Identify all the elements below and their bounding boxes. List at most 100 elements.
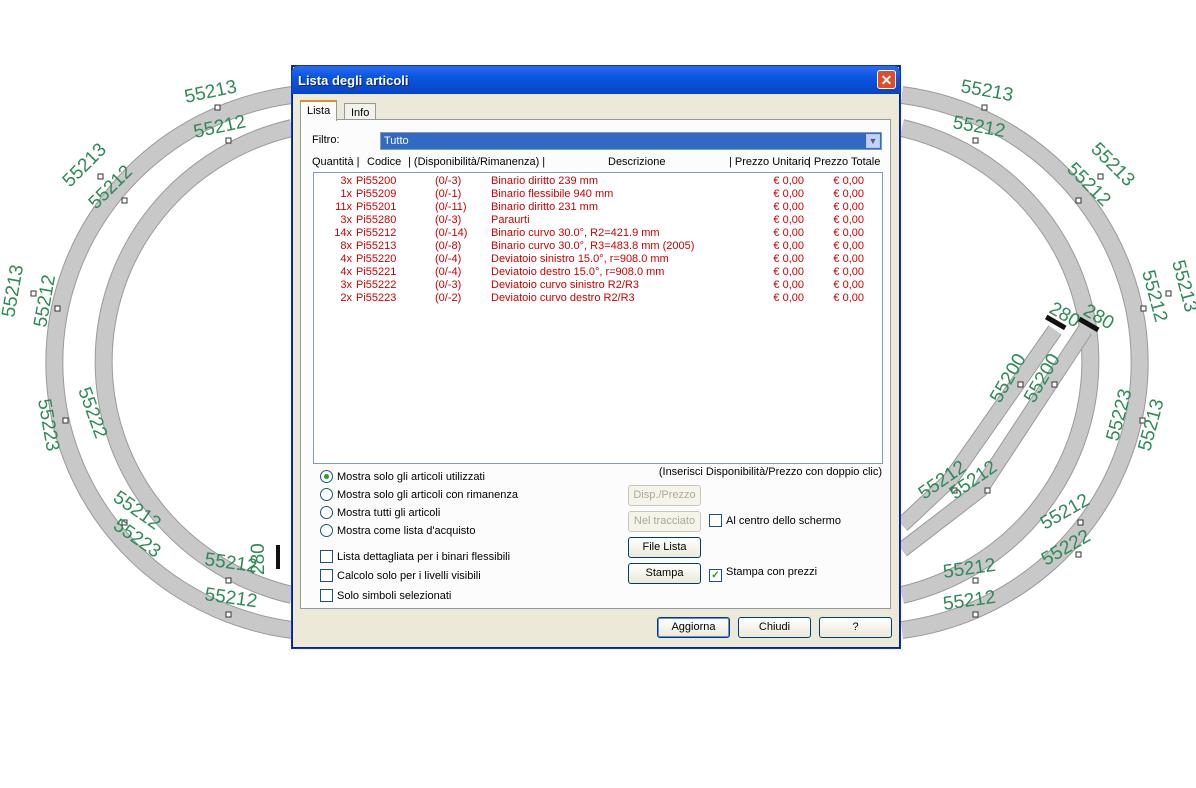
print-button[interactable]: Stampa (628, 563, 701, 584)
radio-label: Mostra tutti gli articoli (337, 507, 441, 519)
checkbox-icon[interactable] (320, 550, 333, 563)
checkbox-detailed-flex[interactable]: Lista dettagliata per i binari flessibil… (320, 550, 510, 563)
cell-qty: 3x (340, 279, 352, 291)
cell-code: Pi55213 (356, 240, 397, 252)
cell-qty: 3x (340, 175, 352, 187)
cell-unit-price: € 0,00 (773, 188, 804, 200)
column-header-total-price[interactable]: | Prezzo Totale (808, 156, 880, 168)
checkbox-icon[interactable] (320, 589, 333, 602)
cell-code: Pi55220 (356, 253, 397, 265)
dialog-title: Lista degli articoli (298, 73, 409, 88)
track-label: 55213 (0, 263, 28, 319)
radio-used-only[interactable]: Mostra solo gli articoli utilizzati (320, 470, 485, 483)
cell-code: Pi55280 (356, 214, 397, 226)
cell-unit-price: € 0,00 (773, 214, 804, 226)
cell-description: Binario flessibile 940 mm (491, 188, 614, 200)
cell-description: Deviatoio curvo sinistro R2/R3 (491, 279, 639, 291)
table-row[interactable]: 8x Pi55213 (0/-8) Binario curvo 30.0°, R3=4… (314, 240, 882, 253)
cell-qty: 2x (340, 292, 352, 304)
cell-unit-price: € 0,00 (773, 292, 804, 304)
cell-qty: 11x (335, 201, 352, 213)
cell-description: Binario curvo 30.0°, R2=421.9 mm (491, 227, 660, 239)
checkbox-center-screen[interactable]: Al centro dello schermo (709, 514, 841, 527)
column-header-quantity[interactable]: Quantità | (312, 156, 360, 168)
table-row[interactable]: 4x Pi55221 (0/-4) Deviatoio destro 15.0°, r… (314, 266, 882, 279)
radio-selected-icon[interactable] (320, 470, 333, 483)
help-button[interactable]: ? (819, 617, 892, 638)
radio-shopping-list[interactable]: Mostra come lista d'acquisto (320, 524, 475, 537)
cell-code: Pi55222 (356, 279, 397, 291)
checkbox-icon[interactable] (320, 569, 333, 582)
radio-with-remainder[interactable]: Mostra solo gli articoli con rimanenza (320, 488, 518, 501)
checkbox-label: Stampa con prezzi (726, 566, 818, 578)
cell-availability: (0/-8) (435, 240, 462, 252)
close-icon: ✕ (880, 72, 893, 88)
cell-code: Pi55209 (356, 188, 397, 200)
cell-total-price: € 0,00 (833, 266, 864, 278)
close-button[interactable]: ✕ (877, 70, 896, 89)
cell-description: Deviatoio destro 15.0°, r=908.0 mm (491, 266, 665, 278)
track-label: 280 (248, 543, 269, 575)
table-row[interactable]: 3x Pi55280 (0/-3) Paraurti € 0,00 € 0,00 (314, 214, 882, 227)
table-row[interactable]: 3x Pi55200 (0/-3) Binario diritto 239 mm € 0… (314, 175, 882, 188)
table-row[interactable]: 4x Pi55220 (0/-4) Deviatoio sinistro 15.0°,… (314, 253, 882, 266)
cell-unit-price: € 0,00 (773, 279, 804, 291)
cell-qty: 1x (340, 188, 352, 200)
radio-icon[interactable] (320, 506, 333, 519)
close-dialog-button[interactable]: Chiudi (738, 617, 811, 638)
cell-code: Pi55200 (356, 175, 397, 187)
radio-all-articles[interactable]: Mostra tutti gli articoli (320, 506, 440, 519)
tab-lista[interactable]: Lista (300, 100, 338, 121)
cell-description: Paraurti (491, 214, 530, 226)
track-label: 55213 (1167, 258, 1196, 314)
checkbox-label: Al centro dello schermo (726, 515, 841, 527)
cell-code: Pi55223 (356, 292, 397, 304)
chevron-down-icon[interactable]: ▼ (866, 134, 880, 148)
radio-label: Mostra come lista d'acquisto (337, 525, 476, 537)
cell-availability: (0/-2) (435, 292, 462, 304)
filter-label: Filtro: (312, 134, 340, 146)
check-icon[interactable]: ✓ (709, 569, 722, 582)
track-label: 55212 (942, 555, 997, 583)
checkbox-print-prices[interactable]: ✓ Stampa con prezzi (709, 566, 817, 582)
table-row[interactable]: 1x Pi55209 (0/-1) Binario flessibile 940 mm… (314, 188, 882, 201)
cell-qty: 4x (340, 266, 352, 278)
cell-description: Binario curvo 30.0°, R3=483.8 mm (2005) (491, 240, 695, 252)
update-button[interactable]: Aggiorna (657, 617, 730, 638)
article-list[interactable]: 3x Pi55200 (0/-3) Binario diritto 239 mm € 0… (313, 172, 883, 464)
cell-unit-price: € 0,00 (773, 201, 804, 213)
table-row[interactable]: 14x Pi55212 (0/-14) Binario curvo 30.0°, R2… (314, 227, 882, 240)
file-list-button[interactable]: File Lista (628, 537, 701, 558)
cell-availability: (0/-11) (435, 201, 467, 213)
column-header-unit-price[interactable]: | Prezzo Unitario (729, 156, 810, 168)
column-header-code[interactable]: Codice (367, 156, 401, 168)
radio-icon[interactable] (320, 524, 333, 537)
cell-qty: 14x (334, 227, 352, 239)
radio-icon[interactable] (320, 488, 333, 501)
cell-unit-price: € 0,00 (773, 253, 804, 265)
dialog-titlebar[interactable]: Lista degli articoli ✕ (292, 66, 900, 94)
availability-price-button[interactable]: Disp./Prezzo (628, 485, 701, 506)
checkbox-icon[interactable] (709, 514, 722, 527)
cell-availability: (0/-3) (435, 175, 462, 187)
in-layout-button[interactable]: Nel tracciato (628, 511, 701, 532)
cell-availability: (0/-1) (435, 188, 462, 200)
table-row[interactable]: 11x Pi55201 (0/-11) Binario diritto 231 mm €… (314, 201, 882, 214)
table-row[interactable]: 3x Pi55222 (0/-3) Deviatoio curvo sinistro … (314, 279, 882, 292)
tab-label: Lista (307, 105, 331, 117)
checkbox-selected-symbols[interactable]: Solo simboli selezionati (320, 589, 451, 602)
cell-unit-price: € 0,00 (773, 175, 804, 187)
checkbox-label: Calcolo solo per i livelli visibili (337, 570, 481, 582)
checkbox-visible-levels[interactable]: Calcolo solo per i livelli visibili (320, 569, 481, 582)
column-header-description[interactable]: Descrizione (608, 156, 665, 168)
cell-total-price: € 0,00 (833, 253, 864, 265)
column-header-availability[interactable]: | (Disponibilità/Rimanenza) | (408, 156, 545, 168)
cell-description: Binario diritto 239 mm (491, 175, 598, 187)
checkbox-label: Lista dettagliata per i binari flessibil… (337, 551, 511, 563)
cell-code: Pi55201 (356, 201, 397, 213)
cell-total-price: € 0,00 (833, 279, 864, 291)
table-row[interactable]: 2x Pi55223 (0/-2) Deviatoio curvo destro R2… (314, 292, 882, 305)
cell-code: Pi55221 (356, 266, 397, 278)
filter-select[interactable]: Tutto ▼ (380, 132, 882, 150)
tab-label: Info (351, 107, 370, 119)
